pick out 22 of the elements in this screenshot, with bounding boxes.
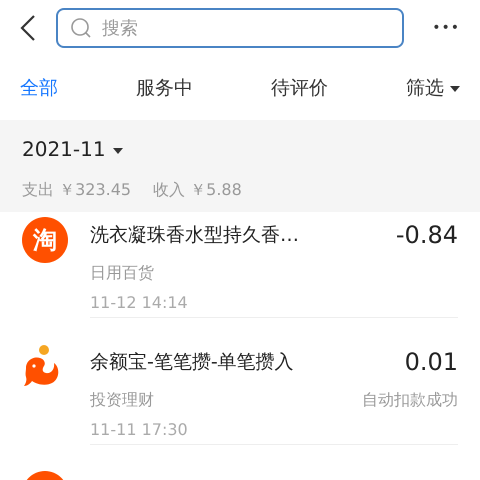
tab[interactable]: 全部 [20,74,58,102]
transaction-time: 11-12 14:14 [90,292,189,314]
search-icon [70,17,92,39]
more-button[interactable]: ••• [426,16,466,40]
month-selector[interactable]: 2021-11 [22,134,124,164]
shop-logo: 淘 [22,217,68,263]
transaction-title: 余额宝-笔笔攒-单笔攒入 [90,350,294,375]
tab[interactable]: 服务中 [136,74,193,102]
caret-icon [112,146,124,155]
transaction-amount: -0.84 [396,220,458,251]
tab[interactable]: 筛选 [406,74,460,102]
transaction-category: 投资理财 [90,389,154,411]
transaction-category: 日用百货 [90,262,154,284]
transaction-time: 11-11 17:30 [90,419,189,441]
transaction-status: 自动扣款成功 [362,389,458,411]
income-total: 收入 ￥5.88 [153,179,242,201]
tab[interactable]: 待评价 [270,74,328,102]
transaction-amount: 0.01 [404,347,458,378]
transaction-title: 洗衣凝珠香水型持久香… [90,222,299,248]
expense-total: 支出 ￥323.45 [22,179,132,201]
search-field[interactable]: 搜索 [56,8,404,48]
back-icon[interactable] [20,14,36,42]
